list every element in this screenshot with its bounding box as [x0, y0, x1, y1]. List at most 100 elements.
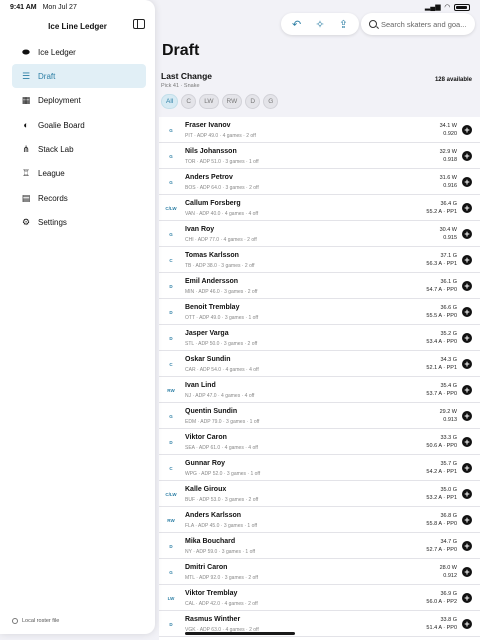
add-player-button[interactable]: + — [462, 359, 472, 369]
stat-primary: 35.7 G — [440, 461, 457, 467]
add-player-button[interactable]: + — [462, 307, 472, 317]
add-player-button[interactable]: + — [462, 567, 472, 577]
stat-secondary: 0.913 — [443, 417, 457, 423]
grid-icon: ▦ — [21, 95, 31, 106]
share-icon[interactable]: ⇪ — [339, 18, 348, 31]
player-row[interactable]: D Jasper Varga STL · ADP 50.0 · 3 games … — [159, 325, 480, 351]
home-indicator[interactable] — [185, 632, 295, 635]
stat-secondary: 52.7 A · PP0 — [426, 547, 457, 553]
add-player-button[interactable]: + — [462, 489, 472, 499]
add-player-button[interactable]: + — [462, 333, 472, 343]
position-badge: C — [169, 257, 173, 263]
player-row[interactable]: D Viktor Caron SEA · ADP 61.0 · 4 games … — [159, 429, 480, 455]
player-name: Oskar Sundin — [185, 356, 231, 363]
player-row[interactable]: D Mika Bouchard NY · ADP 59.0 · 3 games … — [159, 533, 480, 559]
player-name: Dmitri Caron — [185, 564, 228, 571]
player-stats: 36.4 G 55.2 A · PP1 — [426, 200, 457, 216]
position-badge: G — [169, 179, 173, 185]
player-row[interactable]: RW Anders Karlsson FLA · ADP 45.0 · 3 ga… — [159, 507, 480, 533]
add-player-button[interactable]: + — [462, 203, 472, 213]
sidebar-item-label: League — [38, 169, 65, 179]
filter-chip-rw[interactable]: RW — [221, 94, 243, 109]
add-player-button[interactable]: + — [462, 281, 472, 291]
stat-primary: 30.4 W — [439, 227, 457, 233]
sidebar-item-deployment[interactable]: ▦ Deployment — [12, 89, 146, 113]
sidebar-item-records[interactable]: ▤ Records — [12, 186, 146, 210]
filter-chip-lw[interactable]: LW — [199, 94, 219, 109]
player-row[interactable]: C Oskar Sundin CAR · ADP 54.0 · 4 games … — [159, 351, 480, 377]
player-row[interactable]: LW Viktor Tremblay CAL · ADP 42.0 · 4 ga… — [159, 585, 480, 611]
stat-primary: 34.1 W — [439, 123, 457, 129]
player-row[interactable]: G Ivan Roy CHI · ADP 77.0 · 4 games · 2 … — [159, 221, 480, 247]
sidebar-item-ice-ledger[interactable]: ⬬ Ice Ledger — [12, 40, 146, 64]
player-stats: 35.0 G 53.2 A · PP1 — [426, 486, 457, 502]
stat-secondary: 50.6 A · PP0 — [426, 443, 457, 449]
player-row[interactable]: C Tomas Karlsson TB · ADP 38.0 · 3 games… — [159, 247, 480, 273]
add-player-button[interactable]: + — [462, 151, 472, 161]
player-stats: 30.4 W 0.915 — [440, 226, 457, 242]
player-row[interactable]: RW Ivan Lind NJ · ADP 47.0 · 4 games · 4… — [159, 377, 480, 403]
player-row[interactable]: G Dmitri Caron MTL · ADP 92.0 · 3 games … — [159, 559, 480, 585]
sidebar-item-draft[interactable]: ☰ Draft — [12, 64, 146, 89]
add-player-button[interactable]: + — [462, 229, 472, 239]
player-meta: CAL · ADP 42.0 · 4 games · 2 off — [185, 601, 258, 607]
add-player-button[interactable]: + — [462, 385, 472, 395]
player-name: Fraser Ivanov — [185, 122, 231, 129]
add-player-button[interactable]: + — [462, 619, 472, 629]
sidebar-item-goalie-board[interactable]: ◐ Goalie Board — [12, 113, 146, 137]
player-name: Callum Forsberg — [185, 200, 241, 207]
player-meta: MTL · ADP 92.0 · 3 games · 2 off — [185, 575, 258, 581]
stat-primary: 36.6 G — [440, 305, 457, 311]
player-row[interactable]: G Anders Petrov BOS · ADP 64.0 · 3 games… — [159, 169, 480, 195]
add-player-button[interactable]: + — [462, 255, 472, 265]
stat-secondary: 53.2 A · PP1 — [426, 495, 457, 501]
filter-chip-g[interactable]: G — [263, 94, 279, 109]
add-player-button[interactable]: + — [462, 515, 472, 525]
position-badge: D — [169, 621, 173, 627]
player-row[interactable]: G Nils Johansson TOR · ADP 51.0 · 3 game… — [159, 143, 480, 169]
filter-chip-all[interactable]: All — [161, 94, 179, 109]
position-badge: D — [169, 309, 173, 315]
filter-chip-c[interactable]: C — [181, 94, 197, 109]
add-player-button[interactable]: + — [462, 463, 472, 473]
add-player-button[interactable]: + — [462, 125, 472, 135]
filter-chip-d[interactable]: D — [245, 94, 261, 109]
player-name: Tomas Karlsson — [185, 252, 239, 259]
player-row[interactable]: D Benoit Tremblay OTT · ADP 49.0 · 3 gam… — [159, 299, 480, 325]
player-stats: 37.1 G 56.3 A · PP1 — [426, 252, 457, 268]
player-row[interactable]: G Fraser Ivanov PIT · ADP 49.0 · 4 games… — [159, 117, 480, 143]
wifi-icon: ◠ — [444, 4, 450, 11]
player-stats: 36.9 G 56.0 A · PP2 — [426, 590, 457, 606]
position-badge: G — [169, 413, 173, 419]
player-list: G Fraser Ivanov PIT · ADP 49.0 · 4 games… — [159, 117, 480, 640]
add-player-button[interactable]: + — [462, 177, 472, 187]
add-player-button[interactable]: + — [462, 437, 472, 447]
position-badge: C — [169, 361, 173, 367]
sidebar-item-label: Settings — [38, 218, 67, 228]
undo-icon[interactable]: ↶ — [292, 18, 301, 31]
magic-wand-icon[interactable]: ✧ — [315, 18, 324, 31]
player-row[interactable]: D Emil Andersson MIN · ADP 46.0 · 3 game… — [159, 273, 480, 299]
sidebar-item-league[interactable]: ♖ League — [12, 162, 146, 186]
search-input[interactable]: Search skaters and goa... — [361, 13, 475, 35]
add-player-button[interactable]: + — [462, 593, 472, 603]
position-badge: C/LW — [165, 205, 177, 211]
sidebar-item-settings[interactable]: ⚙ Settings — [12, 211, 146, 235]
stat-secondary: 55.8 A · PP0 — [426, 521, 457, 527]
position-badge: RW — [167, 387, 175, 393]
status-time: 9:41 AM — [10, 3, 37, 11]
player-row[interactable]: C/LW Callum Forsberg VAN · ADP 40.0 · 4 … — [159, 195, 480, 221]
add-player-button[interactable]: + — [462, 541, 472, 551]
player-row[interactable]: C Gunnar Roy WPG · ADP 52.0 · 3 games · … — [159, 455, 480, 481]
stat-secondary: 54.2 A · PP1 — [426, 469, 457, 475]
player-row[interactable]: C/LW Kalle Giroux BUF · ADP 53.0 · 3 gam… — [159, 481, 480, 507]
available-count: 128 available — [434, 77, 472, 83]
sidebar-toggle-icon[interactable] — [133, 19, 145, 29]
player-row[interactable]: G Quentin Sundin EDM · ADP 79.0 · 3 game… — [159, 403, 480, 429]
player-meta: WPG · ADP 52.0 · 3 games · 1 off — [185, 471, 261, 477]
stat-primary: 35.4 G — [440, 383, 457, 389]
stat-primary: 35.2 G — [440, 331, 457, 337]
add-player-button[interactable]: + — [462, 411, 472, 421]
sidebar-item-stack-lab[interactable]: ⋔ Stack Lab — [12, 138, 146, 162]
signal-icon: ▂▄▆ — [424, 4, 441, 11]
